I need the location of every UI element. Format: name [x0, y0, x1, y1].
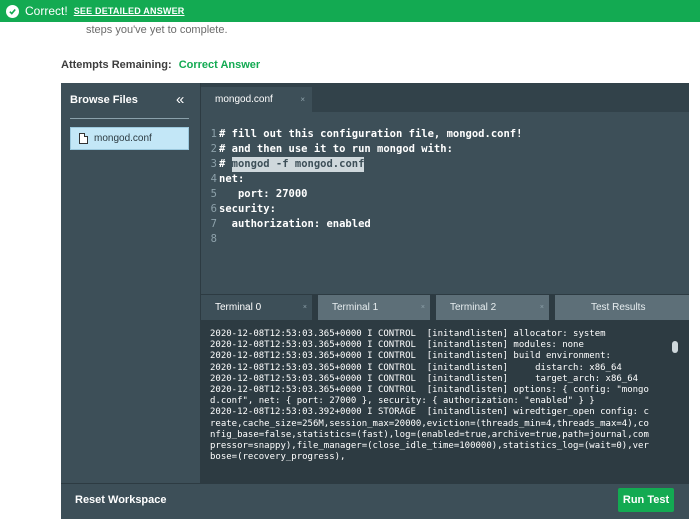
file-browser: Browse Files « mongod.conf [61, 83, 201, 483]
tab-label: Terminal 0 [215, 302, 262, 313]
terminal-line: 2020-12-08T12:53:03.365+0000 I CONTROL [… [210, 362, 622, 373]
line-number: 4 [210, 173, 217, 185]
terminal-line: reate,cache_size=256M,session_max=20000,… [210, 418, 649, 429]
tab-terminal-1[interactable]: Terminal 1 × [318, 295, 430, 320]
close-tab-icon[interactable]: × [300, 95, 305, 104]
tab-test-results[interactable]: Test Results [555, 295, 689, 320]
file-browser-title: Browse Files [70, 94, 138, 106]
terminal-line: 2020-12-08T12:53:03.365+0000 I CONTROL [… [210, 329, 606, 339]
code-editor[interactable]: mongod.conf × 1 # fill out this configura… [201, 83, 689, 294]
code-line: 3 # mongod -f mongod.conf [201, 157, 522, 172]
terminal-line: 2020-12-08T12:53:03.365+0000 I CONTROL [… [210, 373, 639, 384]
terminal-line: 2020-12-08T12:53:03.392+0000 I STORAGE [… [210, 407, 649, 418]
tab-terminal-2[interactable]: Terminal 2 × [436, 295, 549, 320]
steps-text: steps you've yet to complete. [86, 24, 228, 36]
line-number: 8 [210, 233, 217, 245]
attempts-label: Attempts Remaining: [61, 59, 172, 71]
close-tab-icon[interactable]: × [540, 304, 544, 311]
code-line: 2 # and then use it to run mongod with: [201, 142, 522, 157]
tab-label: Test Results [591, 302, 646, 313]
collapse-sidebar-icon[interactable]: « [176, 91, 184, 108]
code-text: authorization: enabled [219, 218, 371, 230]
line-number: 7 [210, 218, 217, 230]
editor-tab-label: mongod.conf [215, 94, 273, 105]
sidebar-divider [70, 118, 189, 119]
check-circle-icon [6, 4, 19, 18]
code-line: 1 # fill out this configuration file, mon… [201, 127, 523, 142]
code-text: # [219, 158, 232, 170]
terminal-line: pressor=snappy),file_manager=(close_idle… [210, 441, 649, 452]
attempts-remaining: Attempts Remaining: Correct Answer [61, 59, 260, 71]
line-number: 5 [210, 188, 217, 200]
code-text: # fill out this configuration file, mong… [219, 128, 523, 140]
tab-label: Terminal 1 [332, 302, 379, 313]
tab-terminal-0[interactable]: Terminal 0 × [201, 295, 312, 320]
see-detailed-answer-link[interactable]: SEE DETAILED ANSWER [74, 6, 185, 16]
code-selection: mongod -f mongod.conf [231, 157, 365, 172]
code-text: security: [219, 203, 276, 215]
terminal-line: 2020-12-08T12:53:03.365+0000 I CONTROL [… [210, 351, 611, 362]
workspace-footer: Reset Workspace Run Test [61, 483, 689, 519]
tab-label: Terminal 2 [450, 302, 497, 313]
code-line: 4 net: [201, 172, 522, 187]
terminal-line: 2020-12-08T12:53:03.365+0000 I CONTROL [… [210, 340, 584, 351]
terminal-tabbar: Terminal 0 × Terminal 1 × Terminal 2 × T… [201, 294, 689, 321]
close-tab-icon[interactable]: × [421, 304, 425, 311]
reset-workspace-button[interactable]: Reset Workspace [75, 494, 167, 506]
code-text: # and then use it to run mongod with: [219, 143, 453, 155]
file-icon [79, 133, 88, 144]
terminal-line: nfig_base=false,statistics=(fast),log=(e… [210, 429, 649, 440]
workspace: Browse Files « mongod.conf mongod.conf ×… [61, 83, 689, 519]
editor-tabbar: mongod.conf × [201, 83, 689, 112]
attempts-value: Correct Answer [178, 59, 261, 71]
code-text: net: [219, 173, 245, 185]
code-line: 5 port: 27000 [201, 187, 522, 202]
code-text: port: 27000 [219, 188, 308, 200]
banner-status: Correct! [25, 4, 68, 18]
code-line: 7 authorization: enabled [201, 217, 522, 232]
file-item-label: mongod.conf [94, 133, 152, 144]
line-number: 6 [210, 203, 217, 215]
terminal-line: d.conf", net: { port: 27000 }, security:… [210, 396, 595, 407]
terminal-line: bose=(recovery_progress), [210, 452, 346, 463]
terminal-scrollbar[interactable] [672, 341, 678, 353]
editor-tab-mongod-conf[interactable]: mongod.conf × [201, 87, 312, 112]
line-number: 3 [210, 158, 217, 170]
terminal-line: 2020-12-08T12:53:03.365+0000 I CONTROL [… [210, 385, 649, 396]
code-lines[interactable]: 1 # fill out this configuration file, mon… [201, 127, 523, 247]
code-line: 6 security: [201, 202, 522, 217]
line-number: 1 [210, 128, 217, 140]
file-item-mongod-conf[interactable]: mongod.conf [70, 127, 189, 150]
terminal-output[interactable]: 2020-12-08T12:53:03.365+0000 I CONTROL [… [210, 329, 672, 463]
success-banner: Correct! SEE DETAILED ANSWER [0, 0, 700, 22]
code-line: 8 [201, 232, 522, 247]
terminal-panel: Terminal 0 × Terminal 1 × Terminal 2 × T… [201, 294, 689, 483]
run-test-button[interactable]: Run Test [618, 488, 674, 512]
close-tab-icon[interactable]: × [303, 304, 307, 311]
line-number: 2 [210, 143, 217, 155]
